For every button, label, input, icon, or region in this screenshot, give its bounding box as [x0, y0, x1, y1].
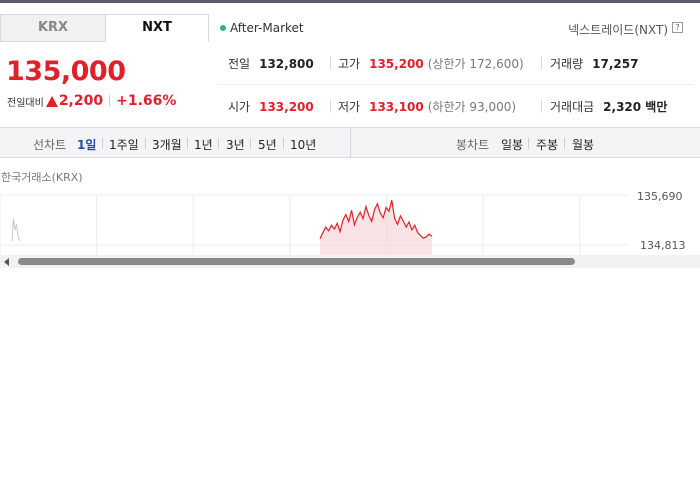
period-separator [528, 138, 529, 149]
status-dot-icon [220, 25, 226, 31]
exchange-label: 넥스트레이드(NXT) [568, 23, 668, 37]
stat-value: 133,200 [259, 99, 314, 114]
stat-open: 시가 133,200 [228, 98, 314, 115]
stat-lower-limit: (하한가 93,000) [427, 100, 517, 114]
stat-value: 135,200 [369, 56, 424, 71]
top-accent-line [0, 0, 700, 3]
scroll-thumb[interactable] [18, 258, 575, 265]
chart-ghost-series [11, 218, 20, 242]
stat-low: 저가 133,100 (하한가 93,000) [338, 98, 516, 115]
stat-label: 거래대금 [550, 100, 595, 114]
period-3m[interactable]: 3개월 [152, 136, 182, 153]
period-separator [250, 138, 251, 149]
period-1y[interactable]: 1년 [194, 136, 213, 153]
toolbar-divider [350, 128, 351, 157]
session-label: After-Market [230, 21, 304, 35]
stat-prev-close: 전일 132,800 [228, 55, 314, 72]
change-amount: 2,200 [58, 93, 104, 109]
stat-volume: 거래량 17,257 [550, 55, 638, 72]
change-separator [109, 95, 111, 107]
stat-value: 133,100 [369, 99, 424, 114]
scroll-left-icon[interactable] [4, 258, 9, 266]
period-3y[interactable]: 3년 [226, 136, 245, 153]
stat-divider [541, 56, 542, 70]
stat-divider [541, 99, 542, 113]
period-separator [145, 138, 146, 149]
stat-amount: 거래대금 2,320 백만 [550, 98, 667, 115]
stats-row-divider [217, 84, 693, 85]
chart-scrollbar[interactable] [0, 255, 700, 268]
candle-chart-label: 봉차트 [456, 138, 490, 152]
current-price: 135,000 [6, 56, 126, 87]
period-1d[interactable]: 1일 [77, 136, 96, 153]
period-1w[interactable]: 1주일 [109, 136, 139, 153]
period-separator [564, 138, 565, 149]
period-separator [187, 138, 188, 149]
period-10y[interactable]: 10년 [290, 136, 316, 153]
stat-divider [330, 99, 331, 113]
stat-value: 2,320 백만 [603, 100, 668, 114]
period-separator [102, 138, 103, 149]
stat-value: 132,800 [259, 56, 314, 71]
change-label: 전일대비 [7, 97, 44, 109]
stat-upper-limit: (상한가 172,600) [427, 57, 524, 71]
y-tick-label: 134,813 [640, 239, 686, 252]
stat-label: 거래량 [550, 57, 584, 71]
period-separator [283, 138, 284, 149]
change-percent: +1.66% [116, 93, 177, 109]
stat-high: 고가 135,200 (상한가 172,600) [338, 55, 524, 72]
y-tick-label: 135,690 [637, 190, 683, 203]
price-chart: 135,690 134,813 [0, 190, 686, 255]
stat-value: 17,257 [592, 56, 639, 71]
candle-daily[interactable]: 일봉 [501, 136, 523, 153]
candle-monthly[interactable]: 월봉 [572, 136, 594, 153]
tab-krx[interactable]: KRX [0, 14, 105, 42]
help-icon[interactable]: ? [672, 22, 683, 33]
candle-weekly[interactable]: 주봉 [536, 136, 558, 153]
price-change: 전일대비 2,200 +1.66% [7, 93, 176, 109]
up-triangle-icon [45, 95, 58, 107]
period-toolbar: 선차트 1일 1주일 3개월 1년 3년 5년 10년 봉차트 일봉 주봉 월봉 [0, 127, 700, 158]
period-separator [218, 138, 219, 149]
stat-label: 시가 [228, 100, 251, 114]
ghost-series-line [11, 218, 20, 242]
stat-label: 고가 [338, 57, 361, 71]
chart-series [319, 199, 433, 255]
stat-label: 저가 [338, 100, 361, 114]
tab-nxt[interactable]: NXT [105, 14, 209, 42]
session-indicator: After-Market [220, 21, 304, 35]
chart-title: 한국거래소(KRX) [1, 171, 83, 184]
chart-grid [0, 194, 628, 255]
period-5y[interactable]: 5년 [258, 136, 277, 153]
stat-divider [330, 56, 331, 70]
line-chart-label: 선차트 [33, 138, 67, 152]
stat-label: 전일 [228, 57, 251, 71]
